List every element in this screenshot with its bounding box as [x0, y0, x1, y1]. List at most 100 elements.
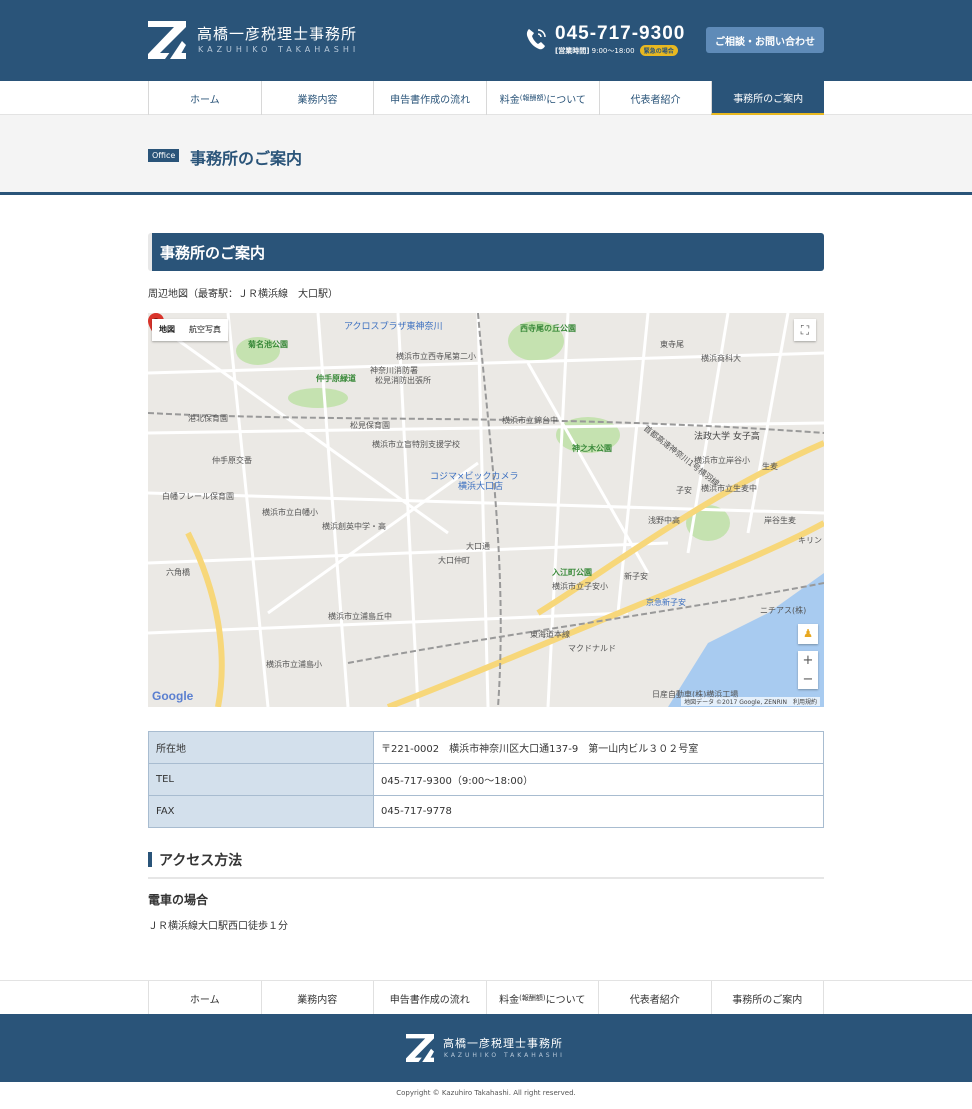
- footer-nav-item-filing-flow[interactable]: 申告書作成の流れ: [373, 981, 486, 1015]
- footer-nav-fees-label-b: (報酬額): [519, 994, 546, 1002]
- map-type-map[interactable]: 地図: [152, 319, 182, 341]
- footer-brand-subtitle: KAZUHIKO TAKAHASHI: [444, 1052, 565, 1059]
- footer-nav-item-office[interactable]: 事務所のご案内: [710, 981, 824, 1015]
- map-label: ニチアス(株): [760, 606, 807, 615]
- nav-item-services[interactable]: 業務内容: [260, 81, 374, 115]
- footer-logo-icon[interactable]: [406, 1034, 434, 1062]
- google-map[interactable]: アクロスプラザ東神奈川 西寺尾の丘公園 菊名池公園 仲手原緑道 神奈川消防署 松…: [148, 313, 824, 707]
- page-title: 事務所のご案内: [190, 149, 303, 168]
- business-hours: [営業時間] 9:00～18:00 緊急の場合: [555, 45, 678, 56]
- brand-logo-icon[interactable]: [148, 21, 186, 59]
- map-type-control: 地図 航空写真: [152, 319, 228, 341]
- map-label: 横浜市立子安小: [552, 582, 608, 591]
- map-label: マクドナルド: [568, 644, 616, 653]
- nav-fees-label-a: 料金: [499, 94, 520, 106]
- table-head-tel: TEL: [148, 763, 374, 796]
- fullscreen-icon[interactable]: ⛶: [794, 319, 816, 341]
- map-label: 横浜市立西寺尾第二小: [396, 352, 476, 361]
- brand-subtitle: KAZUHIKO TAKAHASHI: [198, 45, 360, 54]
- global-nav: ホーム 業務内容 申告書作成の流れ 料金 (報酬額) について 代表者紹介 事務所の…: [0, 81, 972, 115]
- header-phone-number[interactable]: 045-717-9300: [555, 23, 685, 45]
- map-label: 横浜市立岸谷小: [694, 456, 750, 465]
- map-label: 六角橋: [166, 568, 190, 577]
- table-row: 所在地 〒221-0002 横浜市神奈川区大口通137-9 第一山内ビル３０２号…: [148, 731, 824, 764]
- table-head-fax: FAX: [148, 795, 374, 828]
- map-label: 横浜市立錦台中: [502, 416, 558, 425]
- map-label: 松見保育園: [350, 421, 390, 430]
- footer-nav: ホーム 業務内容 申告書作成の流れ 料金 (報酬額) について 代表者紹介 事務所の…: [0, 980, 972, 1015]
- map-canvas: [148, 313, 824, 707]
- map-label: 仲手原緑道: [316, 374, 356, 383]
- zoom-in-button[interactable]: +: [798, 651, 818, 670]
- table-value-fax: 045-717-9778: [373, 795, 824, 828]
- business-hours-label: [営業時間]: [555, 47, 590, 55]
- urgent-badge: 緊急の場合: [639, 45, 678, 56]
- map-label: 横浜大口店: [458, 482, 504, 492]
- map-label: 横浜市立浦島丘中: [328, 612, 392, 621]
- table-value-tel: 045-717-9300（9:00～18:00）: [373, 763, 824, 796]
- nav-item-filing-flow[interactable]: 申告書作成の流れ: [373, 81, 486, 115]
- map-label: 子安: [676, 486, 692, 495]
- map-label: 神之木公園: [572, 444, 612, 453]
- map-label: 白幡フレール保育園: [162, 492, 234, 501]
- map-label: 東寺尾: [660, 340, 684, 349]
- footer-nav-fees-label-c: について: [545, 994, 586, 1006]
- nav-item-fees[interactable]: 料金 (報酬額) について: [486, 81, 599, 115]
- heading-accent-bar: [148, 852, 152, 867]
- map-label: 横浜商科大: [701, 354, 741, 363]
- map-label: 浅野中高: [648, 516, 680, 525]
- business-hours-value: 9:00～18:00: [591, 47, 635, 55]
- map-label: 横浜市立浦島小: [266, 660, 322, 669]
- map-label: 仲手原交番: [212, 456, 252, 465]
- contact-button[interactable]: ご相談・お問い合わせ: [706, 27, 824, 53]
- map-label: 大口仲町: [438, 556, 470, 565]
- nav-item-home[interactable]: ホーム: [148, 81, 261, 115]
- park-area: [288, 388, 348, 408]
- map-type-satellite[interactable]: 航空写真: [182, 319, 228, 341]
- map-label: 横浜市立盲特別支援学校: [372, 440, 460, 449]
- phone-icon: [526, 29, 546, 50]
- map-label: 菊名池公園: [248, 340, 288, 349]
- map-label: 入江町公園: [552, 568, 592, 577]
- map-label: 横浜市立白幡小: [262, 508, 318, 517]
- street-view-pegman-icon[interactable]: ♟: [798, 624, 818, 644]
- map-attribution[interactable]: 地図データ ©2017 Google, ZENRIN 利用規約: [681, 697, 820, 706]
- google-logo: Google: [152, 689, 194, 703]
- map-label: 生麦: [762, 462, 778, 471]
- train-directions: ＪＲ横浜線大口駅西口徒歩１分: [148, 921, 288, 932]
- brand-name: 高橋一彦税理士事務所: [197, 25, 358, 43]
- map-label: アクロスプラザ東神奈川: [344, 322, 443, 332]
- train-heading: 電車の場合: [148, 893, 209, 907]
- footer-nav-item-profile[interactable]: 代表者紹介: [598, 981, 711, 1015]
- map-label: 岸谷生麦: [764, 516, 796, 525]
- site-footer: 高橋一彦税理士事務所 KAZUHIKO TAKAHASHI: [0, 1014, 972, 1082]
- section-heading: 事務所のご案内: [148, 233, 824, 271]
- table-value-address: 〒221-0002 横浜市神奈川区大口通137-9 第一山内ビル３０２号室: [373, 731, 824, 764]
- access-heading: アクセス方法: [148, 849, 824, 879]
- table-row: TEL 045-717-9300（9:00～18:00）: [148, 763, 824, 796]
- zoom-control: + −: [798, 651, 818, 689]
- map-label: 港北保育園: [188, 414, 228, 423]
- footer-nav-item-home[interactable]: ホーム: [148, 981, 261, 1015]
- nav-fees-label-c: について: [546, 94, 586, 106]
- site-header: 高橋一彦税理士事務所 KAZUHIKO TAKAHASHI 045-717-93…: [0, 0, 972, 81]
- footer-brand-name: 高橋一彦税理士事務所: [443, 1037, 563, 1050]
- map-label: 西寺尾の丘公園: [520, 324, 576, 333]
- page-title-band: Office 事務所のご案内: [0, 115, 972, 195]
- table-row: FAX 045-717-9778: [148, 795, 824, 828]
- table-head-address: 所在地: [148, 731, 374, 764]
- map-label: 松見消防出張所: [375, 376, 431, 385]
- office-info-table: 所在地 〒221-0002 横浜市神奈川区大口通137-9 第一山内ビル３０２号…: [148, 731, 824, 828]
- map-caption: 周辺地図（最寄駅：ＪＲ横浜線 大口駅）: [148, 289, 338, 300]
- footer-nav-item-fees[interactable]: 料金 (報酬額) について: [485, 981, 599, 1015]
- map-label: 法政大学 女子高: [694, 432, 760, 442]
- map-label: 東海道本線: [530, 630, 570, 639]
- nav-fees-label-b: (報酬額): [519, 94, 547, 102]
- nav-item-office[interactable]: 事務所のご案内: [711, 81, 825, 115]
- footer-nav-fees-label-a: 料金: [499, 994, 520, 1006]
- zoom-out-button[interactable]: −: [798, 670, 818, 689]
- footer-nav-item-services[interactable]: 業務内容: [260, 981, 374, 1015]
- copyright: Copyright © Kazuhiro Takahashi. All righ…: [396, 1089, 576, 1097]
- map-label: キリン: [798, 536, 822, 545]
- nav-item-profile[interactable]: 代表者紹介: [598, 81, 712, 115]
